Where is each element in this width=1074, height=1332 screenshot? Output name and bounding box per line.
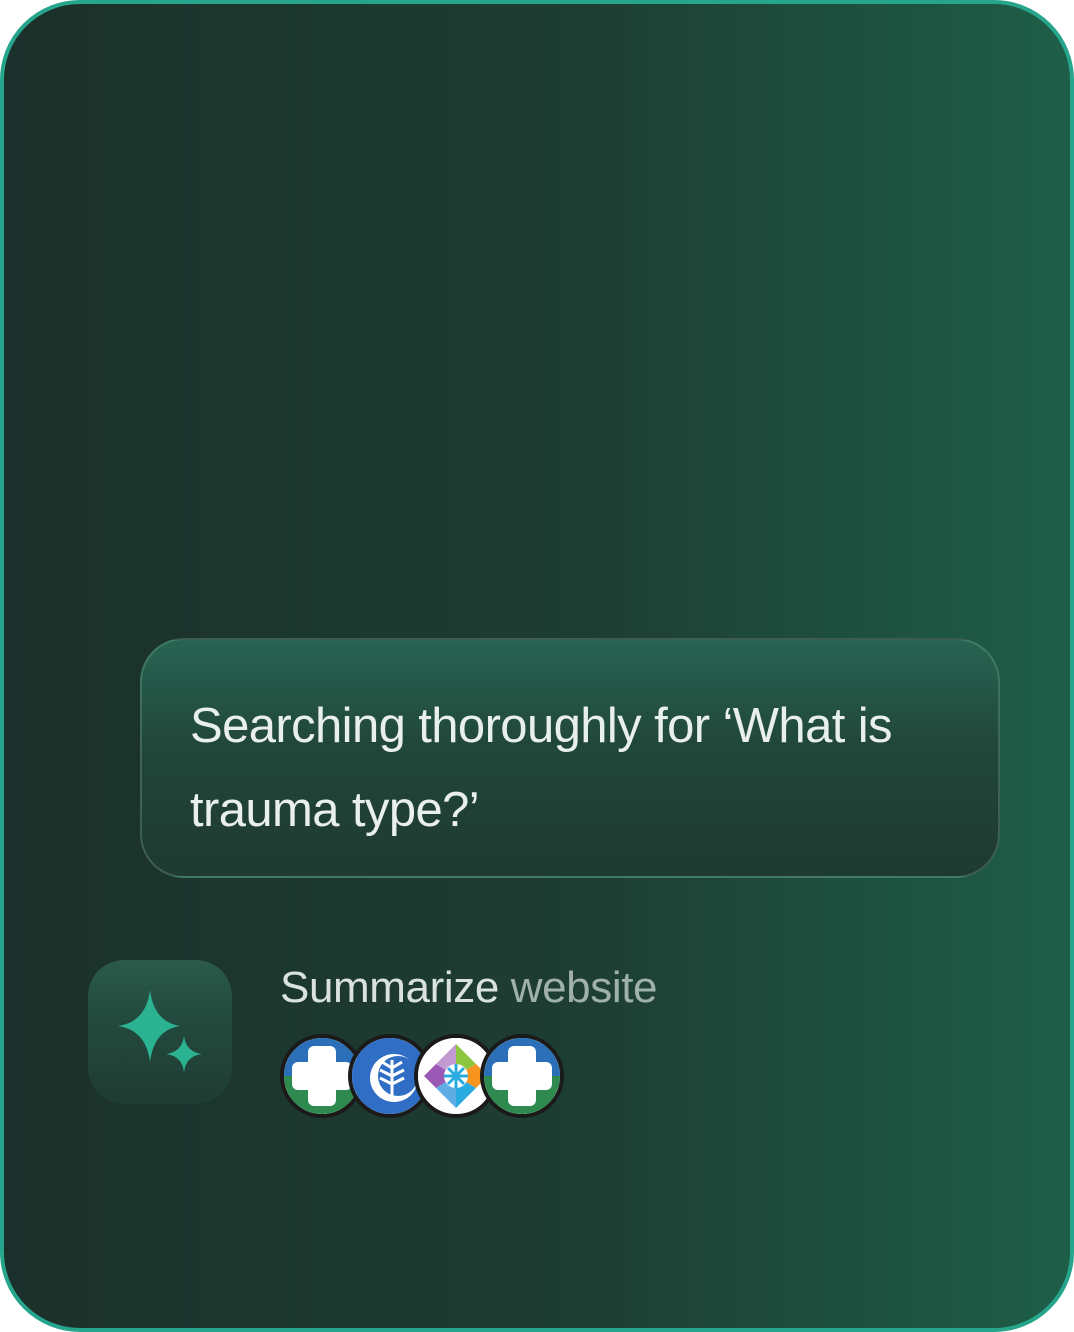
source-favicon-4[interactable] [480, 1034, 564, 1118]
search-status-bubble: Searching thoroughly for ‘What is trauma… [140, 638, 1000, 878]
search-status-text: Searching thoroughly for ‘What is trauma… [190, 699, 893, 837]
assistant-card: Searching thoroughly for ‘What is trauma… [0, 0, 1074, 1332]
action-verb: Summarize [280, 963, 499, 1012]
assistant-avatar [88, 960, 232, 1104]
action-label: Summarize website [280, 962, 658, 1014]
sparkle-icon [118, 990, 202, 1072]
hospital-cross-logo-icon [484, 1038, 560, 1114]
source-favicons [280, 1034, 570, 1118]
action-object: website [510, 963, 658, 1012]
